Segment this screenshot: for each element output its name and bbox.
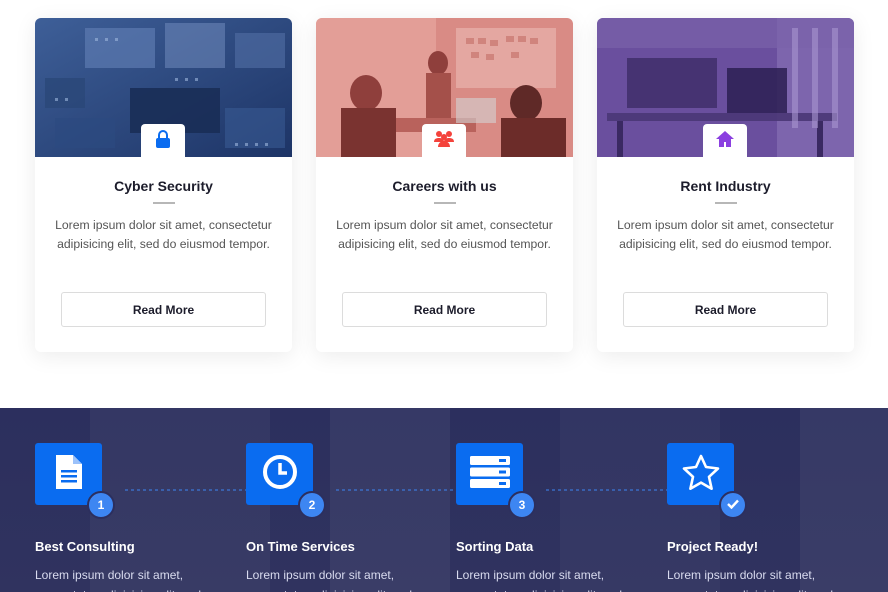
users-icon <box>433 130 455 152</box>
card-title: Careers with us <box>392 178 497 194</box>
step-check-badge <box>719 491 747 519</box>
read-more-button[interactable]: Read More <box>342 292 547 327</box>
process-section: 1 Best Consulting Lorem ipsum dolor sit … <box>0 408 888 592</box>
clock-icon <box>262 454 298 494</box>
service-card-careers: Careers with us Lorem ipsum dolor sit am… <box>316 18 573 352</box>
step-number-badge: 1 <box>87 491 115 519</box>
card-description: Lorem ipsum dolor sit amet, consectetur … <box>617 218 834 251</box>
read-more-button[interactable]: Read More <box>623 292 828 327</box>
service-card-rent-industry: Rent Industry Lorem ipsum dolor sit amet… <box>597 18 854 352</box>
card-icon-tab <box>141 124 185 158</box>
connector-arrow <box>336 484 469 496</box>
step-title: Best Consulting <box>35 539 135 554</box>
step-description: Lorem ipsum dolor sit amet, consectetur … <box>246 568 412 592</box>
title-divider <box>153 202 175 204</box>
process-step-1: 1 Best Consulting Lorem ipsum dolor sit … <box>35 443 258 592</box>
step-description: Lorem ipsum dolor sit amet, consectetur … <box>667 568 833 592</box>
services-section: Cyber Security Lorem ipsum dolor sit ame… <box>0 0 888 408</box>
step-title: On Time Services <box>246 539 355 554</box>
server-icon <box>469 456 510 492</box>
document-icon <box>55 455 82 493</box>
process-step-4: Project Ready! Lorem ipsum dolor sit ame… <box>667 443 867 592</box>
step-description: Lorem ipsum dolor sit amet, consectetur … <box>35 568 201 592</box>
card-icon-tab <box>703 124 747 158</box>
service-card-cyber-security: Cyber Security Lorem ipsum dolor sit ame… <box>35 18 292 352</box>
step-number-badge: 3 <box>508 491 536 519</box>
home-icon <box>715 130 735 152</box>
card-title: Rent Industry <box>680 178 771 194</box>
card-icon-tab <box>422 124 466 158</box>
lock-icon <box>155 130 171 152</box>
star-icon <box>682 454 720 494</box>
card-title: Cyber Security <box>114 178 213 194</box>
step-title: Sorting Data <box>456 539 534 554</box>
card-description: Lorem ipsum dolor sit amet, consectetur … <box>55 218 272 251</box>
title-divider <box>434 202 456 204</box>
check-icon <box>727 498 739 512</box>
card-description: Lorem ipsum dolor sit amet, consectetur … <box>336 218 553 251</box>
read-more-button[interactable]: Read More <box>61 292 266 327</box>
step-title: Project Ready! <box>667 539 759 554</box>
step-number-badge: 2 <box>298 491 326 519</box>
step-description: Lorem ipsum dolor sit amet, consectetur … <box>456 568 622 592</box>
title-divider <box>715 202 737 204</box>
process-step-2: 2 On Time Services Lorem ipsum dolor sit… <box>246 443 469 592</box>
connector-arrow <box>125 484 258 496</box>
connector-arrow <box>546 484 679 496</box>
process-step-3: 3 Sorting Data Lorem ipsum dolor sit ame… <box>456 443 679 592</box>
